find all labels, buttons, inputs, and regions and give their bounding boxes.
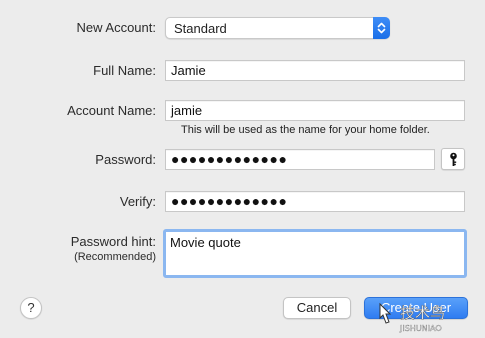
watermark-subtext: JISHUNIAO [399,324,442,333]
verify-field[interactable]: ●●●●●●●●●●●●● [165,191,465,212]
password-hint-sublabel: (Recommended) [74,251,156,263]
account-name-label: Account Name: [67,103,156,118]
account-type-value: Standard [174,21,227,36]
question-mark-icon: ? [27,300,35,315]
password-hint-label: Password hint: [70,234,156,249]
password-hint-field[interactable]: Movie quote [163,229,467,278]
verify-label: Verify: [119,194,156,209]
password-field[interactable]: ●●●●●●●●●●●●● [165,149,435,170]
password-label: Password: [95,152,156,167]
full-name-label: Full Name: [93,63,156,78]
up-down-chevrons-icon [373,17,390,39]
password-assistant-button[interactable] [441,148,465,170]
watermark-logo: 技术鸟 JISHUNIAO [378,300,468,334]
cancel-button[interactable]: Cancel [283,297,351,319]
key-icon [450,152,457,166]
new-account-label: New Account: [76,20,157,35]
account-type-popup[interactable]: Standard [165,17,390,39]
watermark-text: 技术鸟 [400,304,445,322]
full-name-field[interactable]: Jamie [165,60,465,81]
account-name-field[interactable]: jamie [165,100,465,121]
account-name-hint: This will be used as the name for your h… [181,124,430,136]
help-button[interactable]: ? [20,297,42,319]
